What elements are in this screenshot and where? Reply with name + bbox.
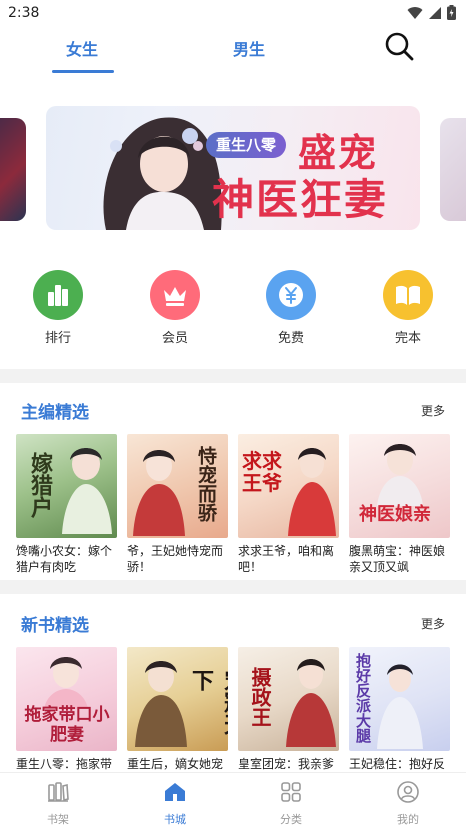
grid-icon <box>281 782 301 802</box>
more-link[interactable]: 更多 <box>421 402 445 419</box>
nav-profile[interactable]: 我的 <box>378 780 438 827</box>
book-cover: 宠冠天下 <box>127 647 228 751</box>
user-icon <box>397 781 419 803</box>
banner-main-card[interactable]: 重生八零 盛宠 神医狂妻 <box>46 106 420 230</box>
book-card[interactable]: 拖家带口小肥妻 重生八零：拖家带口小肥妻 <box>16 647 117 771</box>
book-cover: 拖家带口小肥妻 <box>16 647 117 751</box>
book-card[interactable]: 宠冠天下 重生后，嫡女她宠冠天下 <box>127 647 228 771</box>
book-cover: 神医娘亲 <box>349 434 450 538</box>
book-title: 重生后，嫡女她宠冠天下 <box>127 757 224 771</box>
section-divider <box>0 369 466 383</box>
banner-tag: 重生八零 <box>206 132 287 158</box>
section-title: 新书精选 <box>21 616 89 636</box>
nav-label: 我的 <box>397 813 419 826</box>
entry-vip[interactable]: 会员 <box>145 270 205 346</box>
entry-completed[interactable]: 完本 <box>378 270 438 346</box>
book-title: 求求王爷，咱和离吧！ <box>238 544 335 574</box>
home-icon <box>165 783 185 801</box>
book-cover: 恃宠而骄 <box>127 434 228 538</box>
section-divider <box>0 580 466 594</box>
nav-bookstore[interactable]: 书城 <box>145 780 205 827</box>
section-new-books: 新书精选 更多 拖家带口小肥妻 重生八零：拖家带口小肥妻 宠冠天下 重生后，嫡女… <box>0 611 466 771</box>
cover-title: 拖家带口小肥妻 <box>24 705 110 745</box>
nav-label: 分类 <box>280 813 302 826</box>
book-card[interactable]: 嫁猎户 馋嘴小农女：嫁个猎户有肉吃 <box>16 434 117 575</box>
banner-title-line2: 神医狂妻 <box>212 175 389 224</box>
entry-ranking[interactable]: 排行 <box>28 270 88 346</box>
section-editor-picks: 主编精选 更多 嫁猎户 馋嘴小农女：嫁个猎户有肉吃 恃宠而骄 爷，王妃她恃宠而骄… <box>0 398 466 578</box>
cover-title: 恃宠而骄 <box>195 446 217 522</box>
banner-prev-card[interactable] <box>0 118 26 221</box>
banner-next-card[interactable] <box>440 118 466 221</box>
nav-label: 书城 <box>164 813 186 826</box>
nav-bookshelf[interactable]: 书架 <box>28 780 88 827</box>
quick-entry-row: 排行 会员 免费 完本 <box>0 270 466 350</box>
book-title: 重生八零：拖家带口小肥妻 <box>16 757 113 771</box>
entry-label: 排行 <box>44 331 71 346</box>
status-time: 2:38 <box>8 5 40 21</box>
cover-title: 神医娘亲 <box>359 504 431 525</box>
more-link[interactable]: 更多 <box>421 615 445 632</box>
book-title: 爷，王妃她恃宠而骄！ <box>127 544 224 574</box>
entry-label: 会员 <box>161 331 188 346</box>
ranking-icon <box>33 270 83 320</box>
bookshelf-icon <box>48 782 69 802</box>
book-icon <box>383 270 433 320</box>
book-cover: 嫁猎户 <box>16 434 117 538</box>
book-title: 王妃稳住：抱好反派大腿苟住 <box>349 757 446 771</box>
book-cover: 求求王爷 <box>238 434 339 538</box>
section-title: 主编精选 <box>21 403 89 423</box>
crown-icon <box>150 270 200 320</box>
bottom-nav: 书架 书城 分类 我的 <box>0 772 466 828</box>
signal-icon <box>429 6 441 19</box>
entry-label: 完本 <box>394 331 421 346</box>
cover-title: 宠冠天下 <box>188 669 228 735</box>
tab-indicator <box>52 70 114 73</box>
status-icons <box>407 5 456 20</box>
book-title: 腹黑萌宝：神医娘亲又顶又飒 <box>349 544 446 574</box>
book-card[interactable]: 抱好反派大腿 王妃稳住：抱好反派大腿苟住 <box>349 647 450 771</box>
top-tab-bar: 女生 男生 <box>0 26 466 76</box>
book-card[interactable]: 求求王爷 求求王爷，咱和离吧！ <box>238 434 339 575</box>
battery-icon <box>447 5 456 20</box>
book-card[interactable]: 摄政王 皇室团宠：我亲爹是摄政王 <box>238 647 339 771</box>
book-card[interactable]: 神医娘亲 腹黑萌宝：神医娘亲又顶又飒 <box>349 434 450 575</box>
banner-carousel[interactable]: 重生八零 盛宠 神医狂妻 <box>0 106 466 232</box>
book-card[interactable]: 恃宠而骄 爷，王妃她恃宠而骄！ <box>127 434 228 575</box>
status-bar: 2:38 <box>0 0 466 26</box>
tab-female[interactable]: 女生 <box>66 36 98 60</box>
book-title: 皇室团宠：我亲爹是摄政王 <box>238 757 335 771</box>
book-title: 馋嘴小农女：嫁个猎户有肉吃 <box>16 544 113 574</box>
cover-title: 摄政王 <box>248 667 272 727</box>
search-icon[interactable] <box>384 31 414 61</box>
yen-coin-icon <box>266 270 316 320</box>
cover-title: 求求王爷 <box>242 449 282 495</box>
tab-male[interactable]: 男生 <box>233 36 265 60</box>
book-cover: 抱好反派大腿 <box>349 647 450 751</box>
nav-category[interactable]: 分类 <box>261 780 321 827</box>
cover-title: 抱好反派大腿 <box>354 653 372 743</box>
book-cover: 摄政王 <box>238 647 339 751</box>
cover-title: 嫁猎户 <box>27 452 53 518</box>
wifi-icon <box>407 6 423 19</box>
entry-free[interactable]: 免费 <box>261 270 321 346</box>
entry-label: 免费 <box>277 331 304 346</box>
nav-label: 书架 <box>47 813 69 826</box>
